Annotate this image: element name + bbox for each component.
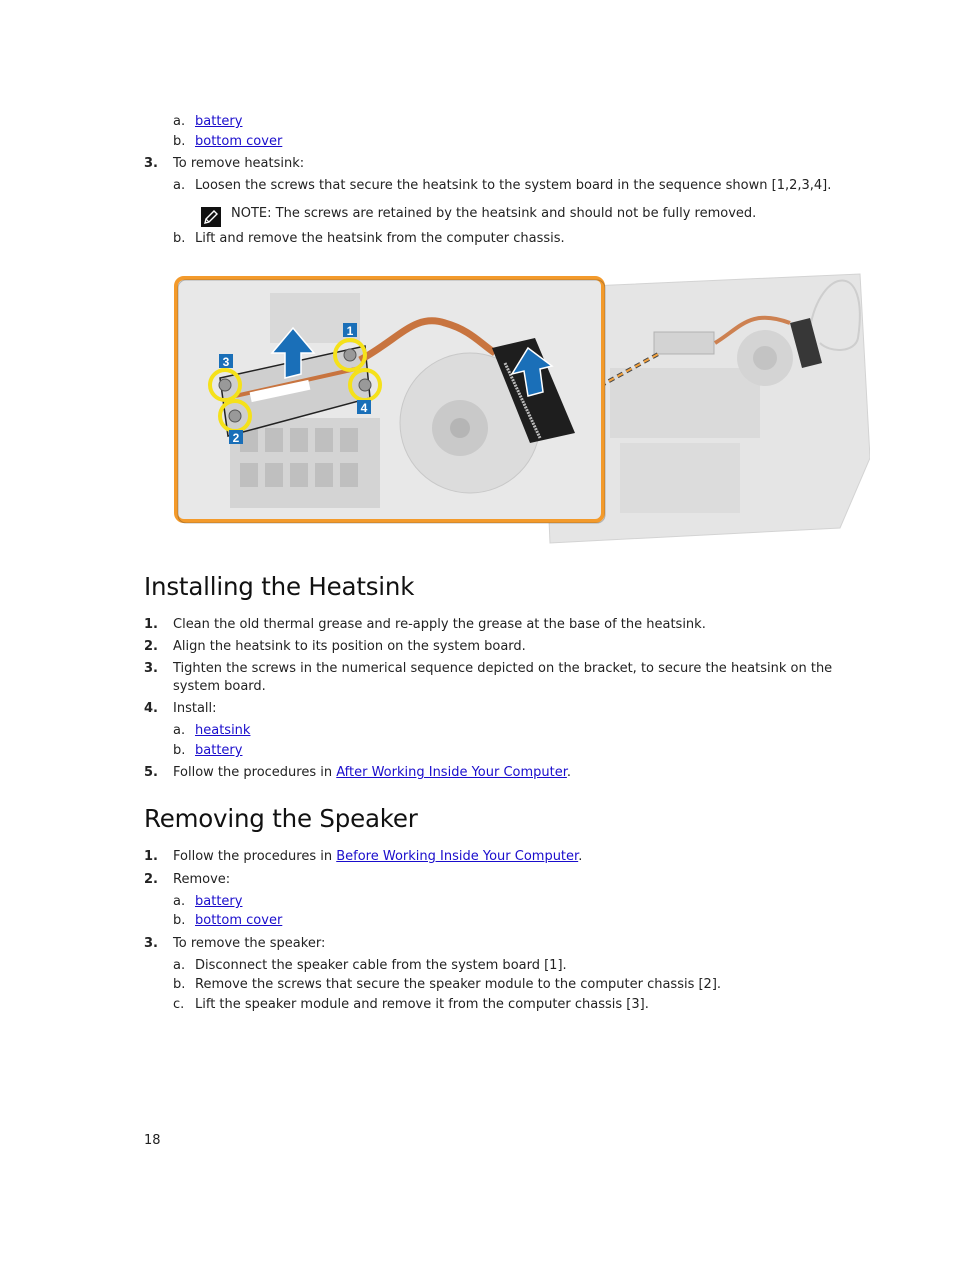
section-heading-removing: Removing the Speaker bbox=[144, 804, 418, 833]
step-number: 2. bbox=[144, 872, 158, 887]
callout-label: 4 bbox=[361, 401, 368, 415]
battery-link[interactable]: battery bbox=[195, 743, 242, 758]
substep-text: Remove the screws that secure the speake… bbox=[195, 977, 722, 992]
step-text: Follow the procedures in Before Working … bbox=[173, 849, 582, 864]
substep-text: Loosen the screws that secure the heatsi… bbox=[195, 178, 832, 193]
list-marker: b. bbox=[173, 743, 186, 758]
list-marker: a. bbox=[173, 114, 186, 129]
callout-label: 3 bbox=[223, 355, 230, 369]
step-number: 1. bbox=[144, 849, 158, 864]
list-marker: a. bbox=[173, 178, 186, 193]
before-working-inside-link[interactable]: Before Working Inside Your Computer bbox=[336, 849, 578, 864]
zoomed-inset: 1 2 3 4 bbox=[174, 276, 606, 524]
battery-link[interactable]: battery bbox=[195, 114, 242, 129]
callout-2: 2 bbox=[229, 430, 243, 445]
note-text: The screws are retained by the heatsink … bbox=[271, 206, 757, 221]
bottom-cover-link[interactable]: bottom cover bbox=[195, 134, 282, 149]
step-text-suffix: . bbox=[566, 765, 572, 780]
list-marker: b. bbox=[173, 977, 186, 992]
substep-text: Lift the speaker module and remove it fr… bbox=[195, 997, 649, 1012]
section-heading-installing: Installing the Heatsink bbox=[144, 572, 415, 601]
step-number: 3. bbox=[144, 661, 158, 676]
heatsink-removal-illustration: 1 2 3 4 bbox=[174, 273, 870, 544]
list-marker: a. bbox=[173, 894, 186, 909]
step-text: Clean the old thermal grease and re-appl… bbox=[173, 617, 706, 632]
step-text: To remove heatsink: bbox=[173, 156, 305, 171]
step-number: 4. bbox=[144, 701, 158, 716]
callout-3: 3 bbox=[219, 354, 233, 369]
substep-text: Disconnect the speaker cable from the sy… bbox=[195, 958, 567, 973]
step-text: Follow the procedures in After Working I… bbox=[173, 765, 571, 780]
step-text: Align the heatsink to its position on th… bbox=[173, 639, 526, 654]
step-text-prefix: Follow the procedures in bbox=[173, 849, 337, 864]
step-number: 5. bbox=[144, 765, 158, 780]
callout-4: 4 bbox=[357, 400, 371, 415]
step-text-suffix: . bbox=[578, 849, 583, 864]
callout-label: 2 bbox=[233, 431, 240, 445]
step-text: To remove the speaker: bbox=[173, 936, 326, 951]
note-label: NOTE: bbox=[231, 206, 272, 221]
callout-label: 1 bbox=[347, 324, 354, 338]
list-marker: b. bbox=[173, 134, 186, 149]
list-marker: a. bbox=[173, 958, 186, 973]
callout-1: 1 bbox=[343, 323, 357, 338]
step-text: Tighten the screws in the numerical sequ… bbox=[173, 661, 833, 676]
note-pencil-icon bbox=[201, 207, 221, 227]
list-marker: c. bbox=[173, 997, 185, 1012]
step-text-prefix: Follow the procedures in bbox=[173, 765, 337, 780]
note: NOTE: The screws are retained by the hea… bbox=[231, 206, 756, 221]
step-number: 3. bbox=[144, 936, 158, 951]
heatsink-link[interactable]: heatsink bbox=[195, 723, 250, 738]
substep-text: Lift and remove the heatsink from the co… bbox=[195, 231, 565, 246]
step-number: 2. bbox=[144, 639, 158, 654]
after-working-inside-link[interactable]: After Working Inside Your Computer bbox=[336, 765, 567, 780]
list-marker: a. bbox=[173, 723, 186, 738]
bottom-cover-link[interactable]: bottom cover bbox=[195, 913, 282, 928]
step-number: 3. bbox=[144, 156, 158, 171]
page-number: 18 bbox=[144, 1133, 161, 1148]
battery-link[interactable]: battery bbox=[195, 894, 242, 909]
list-marker: b. bbox=[173, 913, 186, 928]
list-marker: b. bbox=[173, 231, 186, 246]
step-number: 1. bbox=[144, 617, 158, 632]
step-text: Install: bbox=[173, 701, 217, 716]
step-text-continued: system board. bbox=[173, 679, 266, 694]
step-text: Remove: bbox=[173, 872, 231, 887]
